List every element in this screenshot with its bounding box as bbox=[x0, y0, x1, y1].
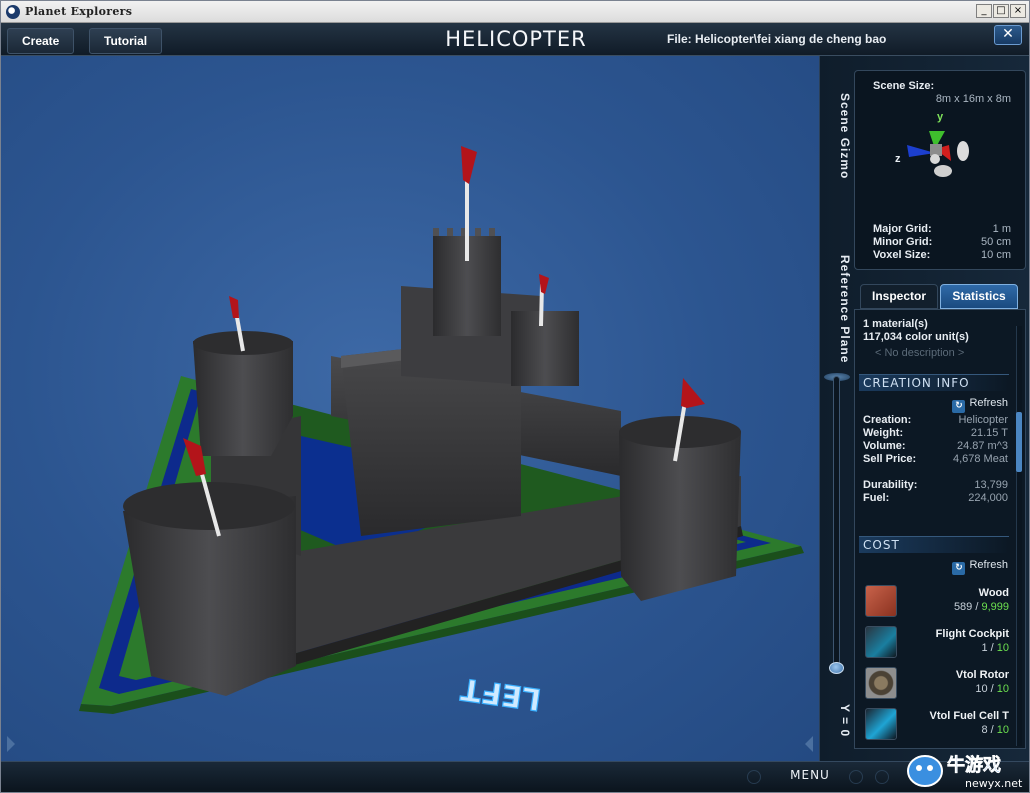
stat-value-creation: Helicopter bbox=[958, 414, 1008, 426]
front-right-tower bbox=[619, 431, 741, 601]
cost-item: Vtol Fuel Cell T 8 / 10 bbox=[859, 705, 1011, 743]
stat-value-weight: 21.15 T bbox=[970, 427, 1008, 439]
file-path-label: File: Helicopter\fei xiang de cheng bao bbox=[667, 32, 887, 46]
cost-item: Vtol Rotor 10 / 10 bbox=[859, 664, 1011, 702]
cost-item-name: Wood bbox=[978, 587, 1009, 599]
minor-grid-label: Minor Grid: bbox=[873, 236, 933, 248]
wood-block-icon bbox=[865, 585, 897, 617]
y-plane-readout: Y = 0 bbox=[838, 704, 852, 738]
cost-need: 10 bbox=[996, 642, 1009, 654]
reference-plane-tab[interactable]: Reference Plane bbox=[822, 244, 852, 374]
cost-header: COST bbox=[859, 536, 1009, 553]
create-button[interactable]: Create bbox=[7, 28, 75, 54]
refresh-icon: ↻ bbox=[952, 400, 966, 413]
gizmo-axis-y-label: y bbox=[937, 111, 944, 123]
3d-viewport[interactable]: LEFT bbox=[1, 56, 819, 761]
cost-have: 10 bbox=[975, 683, 988, 695]
creation-info-header: CREATION INFO bbox=[859, 374, 1009, 391]
refresh-label: Refresh bbox=[969, 397, 1008, 409]
reference-plane-slider-handle[interactable] bbox=[829, 662, 844, 674]
creation-refresh-button[interactable]: ↻ Refresh bbox=[952, 397, 1008, 413]
cost-item-name: Flight Cockpit bbox=[935, 628, 1009, 640]
application-window: Planet Explorers _ □ × Create Tutorial H… bbox=[0, 0, 1030, 793]
stat-label-creation: Creation: bbox=[863, 414, 912, 426]
cost-item: Flight Cockpit 1 / 10 bbox=[859, 623, 1011, 661]
statistics-scroll-thumb[interactable] bbox=[1016, 412, 1022, 472]
vehicle-type-title: HELICOPTER bbox=[445, 27, 587, 51]
stat-label-sell-price: Sell Price: bbox=[863, 453, 917, 465]
cost-item-quantity: 10 / 10 bbox=[975, 683, 1009, 695]
statistics-scrollbar[interactable] bbox=[1016, 326, 1022, 746]
close-editor-button[interactable]: ✕ bbox=[994, 25, 1022, 45]
refresh-label: Refresh bbox=[969, 559, 1008, 571]
cost-sep: / bbox=[987, 642, 997, 654]
refresh-icon: ↻ bbox=[952, 562, 966, 575]
minor-grid-value: 50 cm bbox=[981, 236, 1011, 248]
cost-item-name: Vtol Rotor bbox=[955, 669, 1009, 681]
undo-icon[interactable] bbox=[747, 770, 761, 784]
rotate-right-arrow-icon[interactable] bbox=[805, 736, 813, 752]
description-placeholder[interactable]: < No description > bbox=[875, 347, 964, 359]
cost-item-quantity: 1 / 10 bbox=[981, 642, 1009, 654]
menu-button[interactable]: MENU bbox=[779, 768, 841, 782]
app-logo-icon bbox=[6, 5, 20, 19]
cost-refresh-button[interactable]: ↻ Refresh bbox=[952, 559, 1008, 575]
durability-label: Durability: bbox=[863, 479, 918, 491]
scene-gizmo-panel: Scene Size: 8m x 16m x 8m y z Major Grid… bbox=[854, 70, 1026, 270]
app-top-bar: Create Tutorial HELICOPTER File: Helicop… bbox=[1, 23, 1029, 56]
cost-need: 10 bbox=[996, 683, 1009, 695]
right-side-panel: Scene Gizmo Reference Plane Y = 0 Scene … bbox=[819, 56, 1029, 761]
maximize-button[interactable]: □ bbox=[993, 4, 1009, 18]
major-grid-value: 1 m bbox=[992, 223, 1011, 235]
voxel-size-label: Voxel Size: bbox=[873, 249, 931, 261]
cost-sep: / bbox=[987, 724, 997, 736]
gizmo-axis-z-label: z bbox=[895, 153, 901, 165]
cost-item-name: Vtol Fuel Cell T bbox=[929, 710, 1009, 722]
scene-size-value: 8m x 16m x 8m bbox=[935, 93, 1011, 105]
watermark-text: 牛游戏 bbox=[947, 754, 1001, 776]
cost-item-quantity: 8 / 10 bbox=[981, 724, 1009, 736]
stat-label-volume: Volume: bbox=[863, 440, 906, 452]
cost-have: 589 bbox=[953, 601, 973, 613]
cost-need: 9,999 bbox=[981, 601, 1009, 613]
materials-count: 1 material(s) bbox=[863, 318, 928, 330]
bottom-bar: MENU bbox=[1, 761, 1029, 792]
major-grid-label: Major Grid: bbox=[873, 223, 932, 235]
statistics-panel: 1 material(s) 117,034 color unit(s) < No… bbox=[854, 309, 1026, 749]
color-units-count: 117,034 color unit(s) bbox=[863, 331, 969, 343]
scene-size-label: Scene Size: bbox=[873, 80, 935, 92]
fuel-label: Fuel: bbox=[863, 492, 890, 504]
reference-plane-slider[interactable] bbox=[833, 376, 840, 666]
window-title: Planet Explorers bbox=[25, 5, 133, 18]
castle-model-scene: LEFT bbox=[79, 146, 804, 717]
os-title-bar: Planet Explorers _ □ × bbox=[1, 1, 1029, 23]
tab-statistics[interactable]: Statistics bbox=[940, 284, 1018, 309]
cost-need: 10 bbox=[996, 724, 1009, 736]
window-close-button[interactable]: × bbox=[1010, 4, 1026, 18]
scene-gizmo-tab[interactable]: Scene Gizmo bbox=[822, 76, 852, 196]
stat-value-sell-price: 4,678 Meat bbox=[952, 453, 1008, 465]
cost-item: Wood 589 / 9,999 bbox=[859, 582, 1011, 620]
minimize-button[interactable]: _ bbox=[976, 4, 992, 18]
tab-inspector[interactable]: Inspector bbox=[860, 284, 938, 309]
cost-item-quantity: 589 / 9,999 bbox=[954, 601, 1009, 613]
fuel-cell-icon bbox=[865, 708, 897, 740]
back-left-tower bbox=[193, 341, 293, 456]
tutorial-button[interactable]: Tutorial bbox=[89, 28, 163, 54]
watermark-site: newyx.net bbox=[965, 777, 1023, 790]
settings-icon[interactable] bbox=[875, 770, 889, 784]
redo-icon[interactable] bbox=[849, 770, 863, 784]
direction-label: LEFT bbox=[458, 670, 543, 716]
flight-cockpit-icon bbox=[865, 626, 897, 658]
vtol-rotor-icon bbox=[865, 667, 897, 699]
stat-label-weight: Weight: bbox=[863, 427, 904, 439]
rotate-left-arrow-icon[interactable] bbox=[7, 736, 15, 752]
fuel-value: 224,000 bbox=[968, 492, 1008, 504]
durability-value: 13,799 bbox=[974, 479, 1008, 491]
voxel-size-value: 10 cm bbox=[981, 249, 1011, 261]
cost-sep: / bbox=[987, 683, 997, 695]
stat-value-volume: 24.87 m^3 bbox=[956, 440, 1008, 452]
site-watermark: 牛游戏 newyx.net bbox=[907, 754, 1023, 790]
